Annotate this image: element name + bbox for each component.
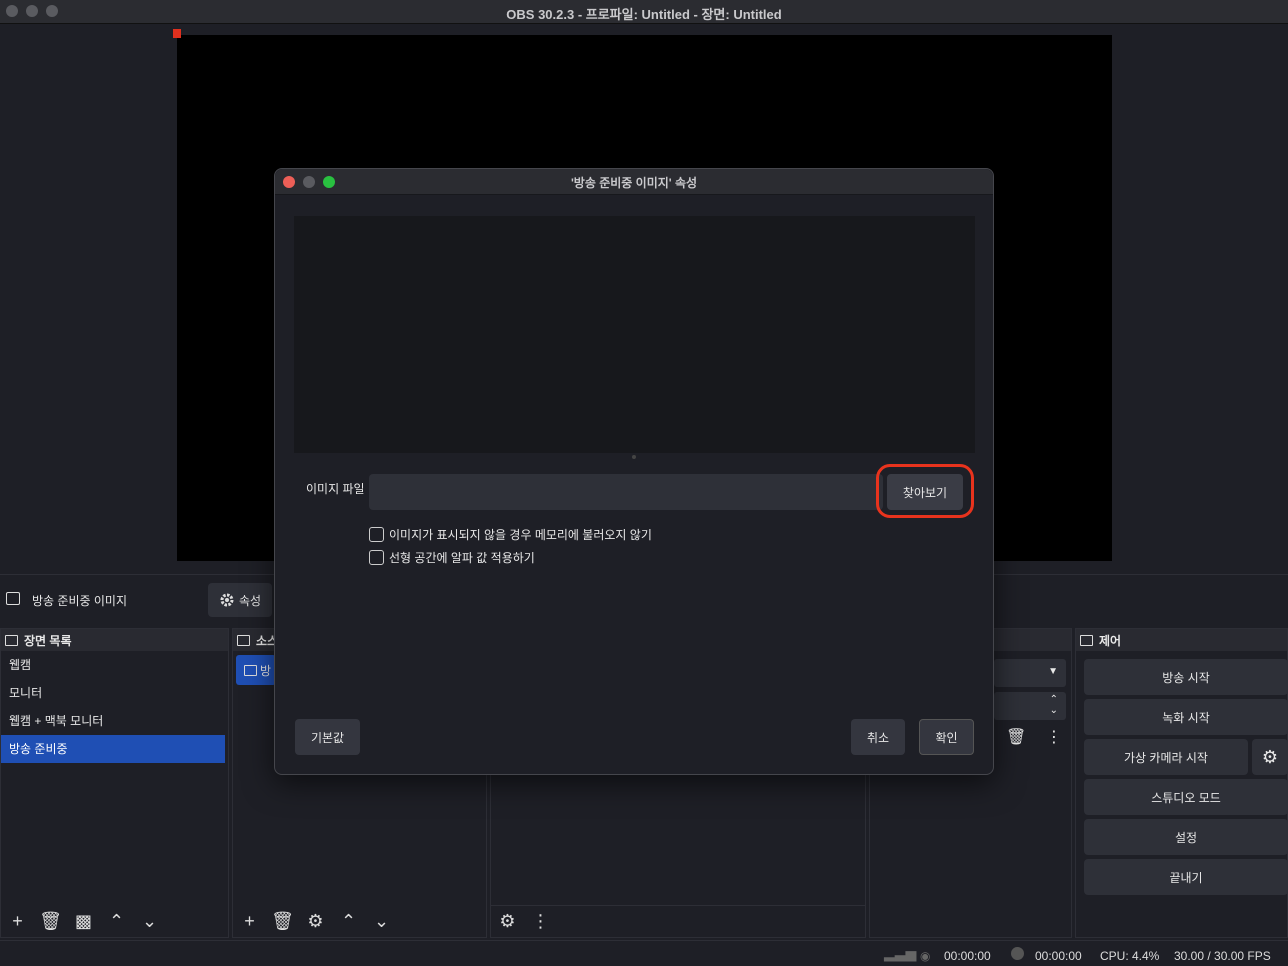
- main-titlebar: OBS 30.2.3 - 프로파일: Untitled - 장면: Untitl…: [0, 0, 1288, 24]
- studio-mode-button[interactable]: 스튜디오 모드: [1084, 779, 1288, 815]
- transition-select[interactable]: ▼: [994, 659, 1066, 687]
- properties-button[interactable]: 속성: [208, 583, 272, 617]
- cancel-button[interactable]: 취소: [851, 719, 905, 755]
- dock-icon: [1080, 634, 1093, 646]
- start-recording-button[interactable]: 녹화 시작: [1084, 699, 1288, 735]
- move-source-down-chevron-icon[interactable]: ⌄: [365, 905, 398, 937]
- virtual-camera-settings-button[interactable]: ⚙: [1252, 739, 1288, 775]
- image-file-input[interactable]: [369, 474, 883, 510]
- scenes-title: 장면 목록: [24, 633, 72, 648]
- scene-item[interactable]: 웹캠 + 맥북 모니터: [1, 707, 228, 735]
- sources-toolbar: + 🗑 ⚙ ⌃ ⌄: [233, 905, 486, 937]
- checkbox-box[interactable]: [369, 550, 384, 565]
- gear-icon: ⚙: [1261, 746, 1279, 767]
- remove-source-trash-icon[interactable]: 🗑: [266, 905, 299, 937]
- add-scene-plus-icon[interactable]: +: [1, 905, 34, 937]
- dialog-titlebar: '방송 준비중 이미지' 속성: [275, 169, 993, 195]
- source-item-label: 방: [260, 663, 272, 678]
- properties-dialog: '방송 준비중 이미지' 속성 이미지 파일 찾아보기 이미지가 표시되지 않을…: [274, 168, 994, 775]
- dialog-title: '방송 준비중 이미지' 속성: [570, 176, 698, 190]
- move-scene-up-chevron-icon[interactable]: ⌃: [100, 905, 133, 937]
- move-source-up-chevron-icon[interactable]: ⌃: [332, 905, 365, 937]
- remove-transition-trash-icon[interactable]: 🗑: [1006, 727, 1026, 747]
- remove-scene-trash-icon[interactable]: 🗑: [34, 905, 67, 937]
- linear-alpha-label: 선형 공간에 알파 값 적용하기: [389, 551, 535, 565]
- image-icon: [6, 592, 20, 605]
- scene-item[interactable]: 웹캠: [1, 651, 228, 679]
- scene-list: 웹캠 모니터 웹캠 + 맥북 모니터 방송 준비중: [1, 651, 228, 763]
- audio-mixer-toolbar: ⚙ ⋮: [491, 905, 865, 937]
- linear-alpha-checkbox[interactable]: 선형 공간에 알파 값 적용하기: [369, 549, 535, 566]
- chevron-down-icon: ▼: [1048, 666, 1058, 677]
- cpu-usage: CPU: 4.4%: [1100, 949, 1160, 963]
- window-title: OBS 30.2.3 - 프로파일: Untitled - 장면: Untitl…: [506, 7, 782, 22]
- browse-button[interactable]: 찾아보기: [887, 474, 963, 510]
- dock-icon: [237, 634, 250, 646]
- scene-item[interactable]: 방송 준비중: [1, 735, 225, 763]
- source-properties-gear-icon[interactable]: ⚙: [299, 905, 332, 937]
- record-time: 00:00:00: [1035, 949, 1082, 963]
- transition-duration-stepper[interactable]: ⌃ ⌄: [994, 692, 1066, 720]
- unload-when-hidden-label: 이미지가 표시되지 않을 경우 메모리에 불러오지 않기: [389, 528, 652, 542]
- scene-item[interactable]: 모니터: [1, 679, 228, 707]
- record-status-icon: [1011, 947, 1024, 960]
- scenes-dock: 장면 목록 웹캠 모니터 웹캠 + 맥북 모니터 방송 준비중 + 🗑 ▩ ⌃ ⌄: [0, 628, 229, 938]
- audio-settings-gear-icon[interactable]: ⚙: [491, 906, 524, 938]
- more-options-icon[interactable]: ⋮: [1046, 727, 1062, 747]
- checkbox-box[interactable]: [369, 527, 384, 542]
- controls-dock-header: 제어: [1076, 629, 1287, 651]
- signal-bars-icon: ▂▃▅: [884, 945, 917, 961]
- selected-source-name: 방송 준비중 이미지: [32, 594, 127, 608]
- unload-when-hidden-checkbox[interactable]: 이미지가 표시되지 않을 경우 메모리에 불러오지 않기: [369, 526, 652, 543]
- controls-title: 제어: [1099, 633, 1122, 648]
- defaults-button[interactable]: 기본값: [295, 719, 360, 755]
- controls-dock: 제어 방송 시작 녹화 시작 가상 카메라 시작 ⚙ 스튜디오 모드 설정 끝내…: [1075, 628, 1288, 938]
- source-item[interactable]: 방: [236, 655, 276, 685]
- status-bar: ▂▃▅ ◉ 00:00:00 00:00:00 CPU: 4.4% 30.00 …: [0, 940, 1288, 966]
- dialog-preview: [294, 216, 975, 453]
- scenes-dock-header: 장면 목록: [1, 629, 228, 651]
- image-icon: [244, 664, 257, 676]
- stream-status-icon: ◉: [920, 949, 931, 963]
- settings-button[interactable]: 설정: [1084, 819, 1288, 855]
- gear-icon: [220, 593, 234, 607]
- stepper-arrows-icon: ⌃ ⌄: [1049, 694, 1058, 716]
- scenes-toolbar: + 🗑 ▩ ⌃ ⌄: [1, 905, 228, 937]
- fps-readout: 30.00 / 30.00 FPS: [1174, 949, 1271, 963]
- properties-label: 속성: [238, 593, 262, 608]
- ok-button[interactable]: 확인: [919, 719, 974, 755]
- add-source-plus-icon[interactable]: +: [233, 905, 266, 937]
- selection-handle-marker[interactable]: [173, 29, 181, 38]
- more-options-icon[interactable]: ⋮: [524, 906, 557, 938]
- start-virtual-camera-button[interactable]: 가상 카메라 시작: [1084, 739, 1248, 775]
- image-file-label: 이미지 파일: [306, 482, 365, 496]
- move-scene-down-chevron-icon[interactable]: ⌄: [133, 905, 166, 937]
- stream-time: 00:00:00: [944, 949, 991, 963]
- resize-handle[interactable]: [632, 455, 636, 459]
- start-streaming-button[interactable]: 방송 시작: [1084, 659, 1288, 695]
- exit-button[interactable]: 끝내기: [1084, 859, 1288, 895]
- dock-icon: [5, 634, 18, 646]
- scene-filters-icon[interactable]: ▩: [67, 905, 100, 937]
